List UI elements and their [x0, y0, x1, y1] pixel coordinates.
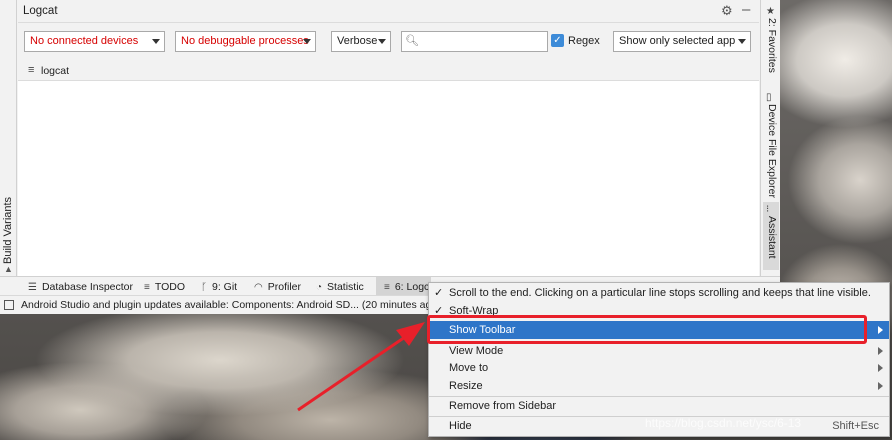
menu-item-label: Scroll to the end. Clicking on a particu…: [449, 287, 871, 299]
chevron-down-icon: [378, 39, 386, 44]
pie-icon: ◔: [316, 282, 323, 293]
tab-label: Database Inspector: [41, 281, 134, 293]
assistant-label: Assistant: [766, 216, 778, 259]
favorites-tab[interactable]: ★ 2: Favorites: [763, 4, 779, 74]
logcat-panel: Logcat ⚙ – No connected devices No debug…: [18, 0, 759, 276]
regex-label: Regex: [568, 35, 600, 47]
tab-database-inspector[interactable]: ☰ Database Inspector: [28, 277, 133, 296]
process-select[interactable]: No debuggable processes: [175, 31, 316, 52]
filter-select[interactable]: Show only selected app: [613, 31, 751, 52]
favorites-label: 2: Favorites: [766, 18, 778, 73]
annotation-highlight-box: [427, 315, 867, 344]
tab-label: Statistic: [327, 281, 364, 293]
tab-logcat[interactable]: ≡ 6: Logcat: [376, 277, 431, 296]
lines-icon: ≡: [28, 64, 35, 76]
tab-profiler[interactable]: ◠ Profiler: [254, 277, 301, 296]
menu-item-label: Resize: [449, 380, 483, 392]
chevron-down-icon: [152, 39, 160, 44]
gauge-icon: ◠: [254, 282, 263, 293]
device-icon: ▯: [766, 92, 772, 103]
build-variants-label: Build Variants: [2, 196, 14, 264]
chevron-right-icon: [878, 326, 883, 334]
device-file-explorer-tab[interactable]: ▯ Device File Explorer: [763, 90, 779, 200]
device-select[interactable]: No connected devices: [24, 31, 165, 52]
menu-item-remove-from-sidebar[interactable]: Remove from Sidebar: [429, 397, 889, 415]
android-studio-window: Build Variants ▲ Logcat ⚙ – No connected…: [0, 0, 780, 314]
tab-label: 6: Logcat: [394, 281, 431, 293]
left-tool-strip: Build Variants ▲: [0, 0, 17, 276]
lines-icon: ≡: [384, 282, 390, 293]
menu-item-label: Move to: [449, 362, 489, 374]
android-icon: ▲: [4, 264, 13, 274]
regex-checkbox[interactable]: ✓: [551, 34, 564, 47]
minimize-icon[interactable]: –: [742, 1, 750, 18]
tab-label: 9: Git: [212, 281, 238, 293]
gear-icon[interactable]: ⚙: [721, 3, 733, 19]
tab-statistic[interactable]: ◔ Statistic: [316, 277, 364, 296]
logcat-toolbar: No connected devices No debuggable proce…: [18, 23, 759, 59]
logcat-subtab-bar: ≡ logcat: [18, 59, 759, 81]
watermark: https://blog.csdn.net/ysc/6-13: [645, 416, 802, 430]
list-icon: ≡: [144, 282, 150, 293]
chevron-down-icon: [738, 39, 746, 44]
tab-git[interactable]: ᚴ 9: Git: [201, 277, 237, 296]
context-menu: ✓ Scroll to the end. Clicking on a parti…: [428, 282, 890, 437]
menu-item-scroll-to-end[interactable]: ✓ Scroll to the end. Clicking on a parti…: [429, 284, 889, 302]
shortcut-label: Shift+Esc: [832, 420, 879, 432]
menu-item-label: Hide: [449, 420, 472, 432]
log-level-value: Verbose: [337, 35, 378, 47]
tab-label: TODO: [154, 281, 185, 293]
menu-item-view-mode[interactable]: View Mode: [429, 342, 889, 360]
menu-item-resize[interactable]: Resize: [429, 377, 889, 395]
menu-item-label: View Mode: [449, 345, 504, 357]
panel-header: Logcat ⚙ –: [18, 0, 759, 23]
tab-todo[interactable]: ≡ TODO: [144, 277, 185, 296]
status-toggle-icon[interactable]: [4, 300, 14, 310]
list-icon: ⁝: [766, 204, 770, 215]
assistant-tab[interactable]: ⁝ Assistant: [763, 202, 779, 270]
log-level-select[interactable]: Verbose: [331, 31, 391, 52]
arrow-head: [396, 322, 425, 346]
tab-label: Profiler: [267, 281, 301, 293]
process-select-value: No debuggable processes: [181, 35, 309, 47]
database-icon: ☰: [28, 282, 37, 293]
annotation-arrow: [297, 322, 425, 412]
build-variants-tab[interactable]: Build Variants ▲: [1, 164, 16, 274]
right-tool-strip: ★ 2: Favorites ▯ Device File Explorer ⁝ …: [760, 0, 780, 276]
chevron-right-icon: [878, 347, 883, 355]
logcat-subtab[interactable]: logcat: [41, 65, 69, 77]
star-icon: ★: [766, 6, 775, 17]
chevron-right-icon: [878, 382, 883, 390]
branch-icon: ᚴ: [201, 282, 207, 293]
filter-select-value: Show only selected app: [619, 35, 736, 47]
check-icon: ✓: [434, 287, 444, 299]
menu-item-label: Remove from Sidebar: [449, 400, 556, 412]
chevron-down-icon: [303, 39, 311, 44]
search-input[interactable]: 🔍︎: [401, 31, 548, 52]
arrow-shaft: [297, 333, 409, 412]
device-select-value: No connected devices: [30, 35, 139, 47]
search-icon: 🔍︎: [405, 35, 419, 47]
device-file-explorer-label: Device File Explorer: [766, 104, 778, 198]
chevron-right-icon: [878, 364, 883, 372]
panel-title: Logcat: [23, 5, 58, 17]
menu-item-move-to[interactable]: Move to: [429, 359, 889, 377]
